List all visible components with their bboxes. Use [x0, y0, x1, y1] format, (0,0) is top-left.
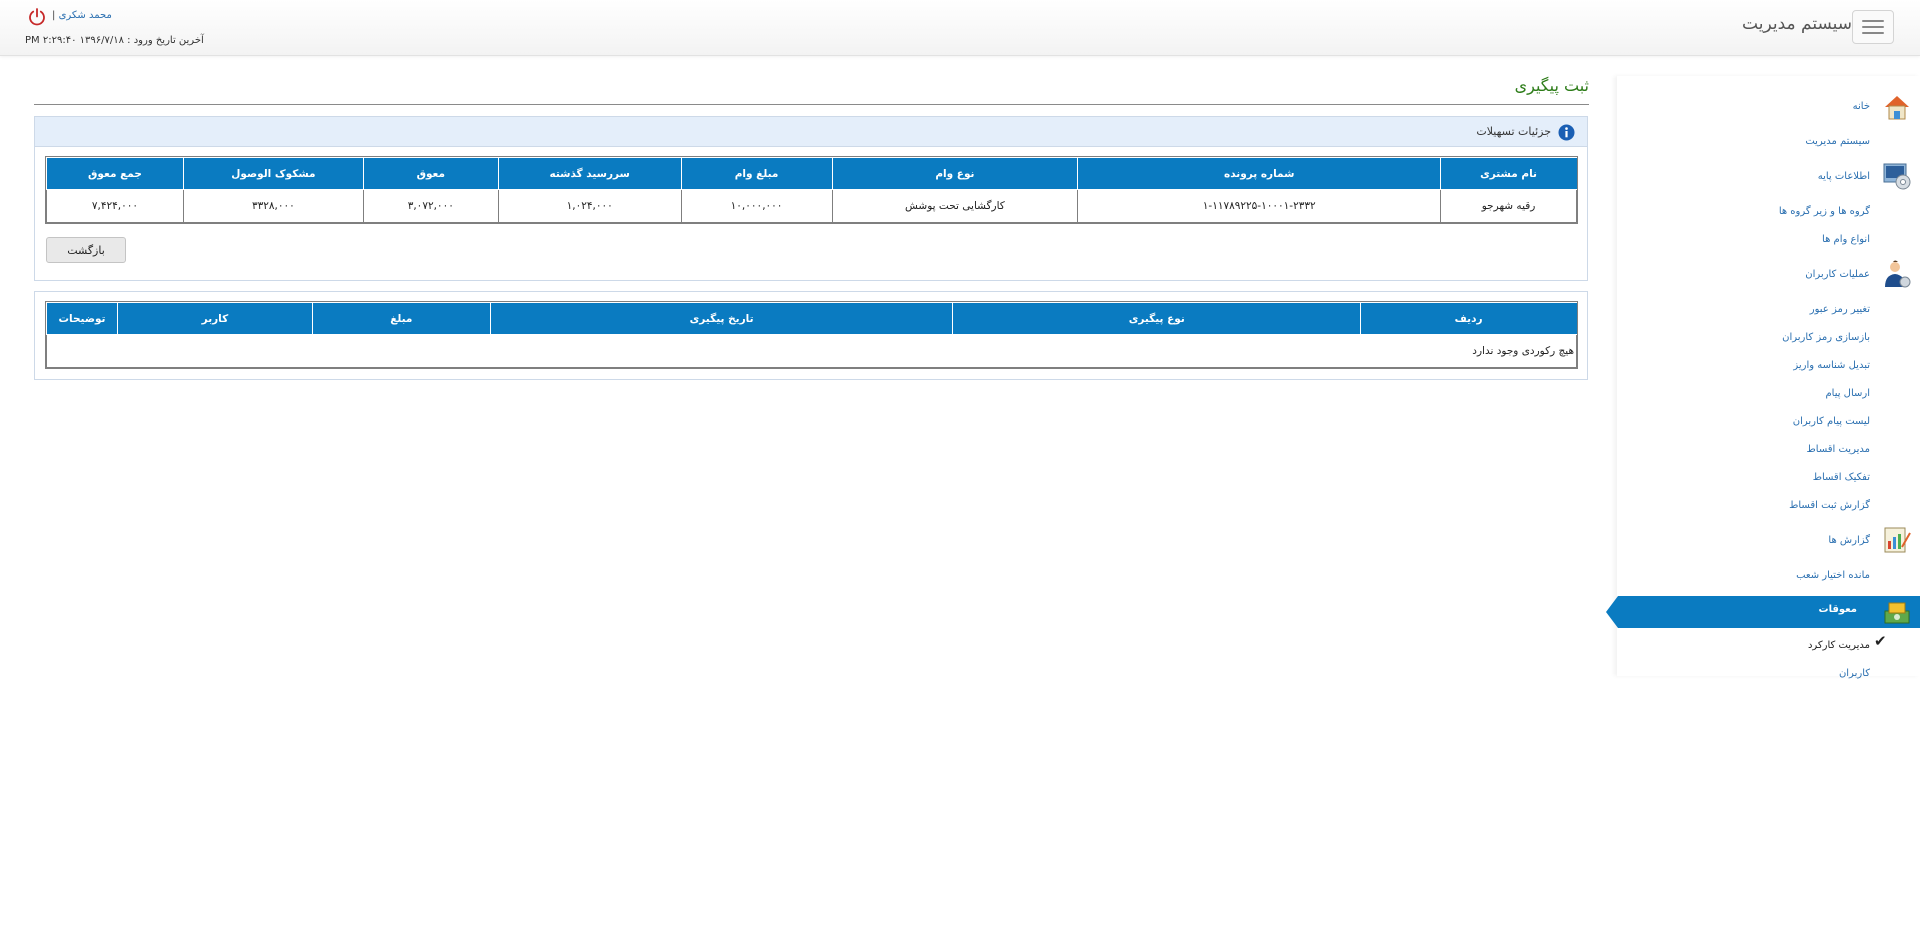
- panel-title: جزئیات تسهیلات: [1476, 125, 1551, 138]
- table-row: هیچ رکوردی وجود ندارد: [46, 334, 1577, 368]
- sidebar-item-groups[interactable]: گروه ها و زیر گروه ها: [1779, 206, 1870, 217]
- table-cell: ۳۳۲۸,۰۰۰: [182, 189, 364, 223]
- follow-up-panel: ردیف نوع پیگیری تاریخ پیگیری مبلغ کاربر …: [34, 291, 1588, 380]
- sidebar-item-installments[interactable]: مدیریت اقساط: [1807, 444, 1870, 455]
- column-header: سررسید گذشته: [497, 157, 682, 190]
- menu-bar-icon: [1862, 20, 1884, 22]
- table-header-row: ردیف نوع پیگیری تاریخ پیگیری مبلغ کاربر …: [45, 302, 1577, 335]
- sidebar-item-reset-passwords[interactable]: بازسازی رمز کاربران: [1782, 332, 1870, 343]
- column-header: نوع پیگیری: [952, 302, 1362, 335]
- sidebar-item-convert-deposit-id[interactable]: تبدیل شناسه واریز: [1793, 360, 1870, 371]
- menu-bar-icon: [1862, 32, 1884, 34]
- power-icon[interactable]: [27, 7, 47, 27]
- info-icon: [1558, 124, 1575, 141]
- sidebar-item-loan-types[interactable]: انواع وام ها: [1822, 234, 1870, 245]
- column-header: کاربر: [117, 302, 313, 335]
- settings-icon: [1883, 163, 1911, 190]
- top-navbar: سیستم مدیریت | محمد شکری آخرین تاریخ ورو…: [0, 0, 1920, 56]
- column-header: توضیحات: [45, 302, 119, 335]
- loan-details-table: نام مشتری شماره پرونده نوع وام مبلغ وام …: [45, 156, 1578, 224]
- table-row: رقیه شهرجو ۱-۱۱۷۸۹۲۲۵-۱۰۰۰۱-۲۳۳۲ کارگشای…: [46, 189, 1577, 223]
- sidebar-item-users[interactable]: کاربران: [1839, 668, 1870, 679]
- sidebar-item-split-installments[interactable]: تفکیک اقساط: [1813, 472, 1870, 483]
- column-header: نام مشتری: [1440, 157, 1577, 190]
- table-cell: کارگشایی تحت پوشش: [831, 189, 1079, 223]
- column-header: معوق: [362, 157, 499, 190]
- column-header: ردیف: [1360, 302, 1577, 335]
- sidebar-item-branch-balance[interactable]: مانده اختیار شعب: [1796, 570, 1870, 581]
- user-info: | محمد شکری: [52, 10, 112, 21]
- sidebar-item-installment-report[interactable]: گزارش ثبت اقساط: [1789, 500, 1870, 511]
- money-icon: [1884, 602, 1910, 624]
- report-icon: [1884, 527, 1911, 553]
- sidebar-item-base-info[interactable]: اطلاعات پایه: [1818, 171, 1870, 182]
- sidebar-item-home[interactable]: خانه: [1853, 101, 1870, 112]
- separator: |: [52, 10, 56, 21]
- sidebar-item-overdue[interactable]: معوقات: [1606, 596, 1920, 628]
- table-cell: ۱۰,۰۰۰,۰۰۰: [680, 189, 833, 223]
- sidebar-item-user-ops[interactable]: عملیات کاربران: [1805, 269, 1870, 280]
- empty-message: هیچ رکوردی وجود ندارد: [46, 334, 1577, 368]
- table-cell: ۷,۴۲۴,۰۰۰: [46, 189, 184, 223]
- panel-header: جزئیات تسهیلات: [35, 117, 1587, 147]
- column-header: تاریخ پیگیری: [489, 302, 954, 335]
- sidebar-item-label: معوقات: [1818, 604, 1857, 615]
- column-header: مبلغ وام: [680, 157, 833, 190]
- sidebar-item-work-management[interactable]: مدیریت کارکرد: [1808, 640, 1870, 651]
- sidebar-item-management[interactable]: سیستم مدیریت: [1805, 136, 1870, 147]
- menu-toggle-button[interactable]: [1852, 10, 1894, 44]
- last-login-text: آخرین تاریخ ورود : ۱۳۹۶/۷/۱۸ ۲:۲۹:۴۰ PM: [25, 35, 204, 46]
- table-header-row: نام مشتری شماره پرونده نوع وام مبلغ وام …: [46, 157, 1577, 190]
- column-header: مبلغ: [311, 302, 491, 335]
- user-icon: [1885, 260, 1911, 288]
- sidebar-item-message-list[interactable]: لیست پیام کاربران: [1793, 416, 1870, 427]
- table-cell: ۱,۰۲۴,۰۰۰: [497, 189, 682, 223]
- home-icon: [1885, 96, 1909, 120]
- column-header: مشکوک الوصول: [182, 157, 364, 190]
- sidebar-item-send-message[interactable]: ارسال پیام: [1825, 388, 1870, 399]
- column-header: شماره پرونده: [1077, 157, 1442, 190]
- column-header: جمع معوق: [46, 157, 184, 190]
- loan-details-panel: جزئیات تسهیلات نام مشتری شماره پرونده نو…: [34, 116, 1588, 281]
- page-title: ثبت پیگیری: [1514, 76, 1589, 95]
- check-icon: ✔: [1874, 632, 1887, 650]
- title-divider: [34, 104, 1589, 105]
- brand-title[interactable]: سیستم مدیریت: [1742, 14, 1852, 34]
- sidebar-item-change-password[interactable]: تغییر رمز عبور: [1810, 304, 1870, 315]
- user-name-link[interactable]: محمد شکری: [59, 10, 112, 21]
- follow-up-table: ردیف نوع پیگیری تاریخ پیگیری مبلغ کاربر …: [45, 301, 1578, 369]
- table-cell: ۱-۱۱۷۸۹۲۲۵-۱۰۰۰۱-۲۳۳۲: [1077, 189, 1442, 223]
- back-button[interactable]: بازگشت: [46, 237, 126, 263]
- sidebar-item-reports[interactable]: گزارش ها: [1828, 535, 1870, 546]
- table-cell: رقیه شهرجو: [1440, 189, 1577, 223]
- column-header: نوع وام: [831, 157, 1079, 190]
- sidebar: [1617, 76, 1920, 676]
- table-cell: ۳,۰۷۲,۰۰۰: [362, 189, 499, 223]
- menu-bar-icon: [1862, 26, 1884, 28]
